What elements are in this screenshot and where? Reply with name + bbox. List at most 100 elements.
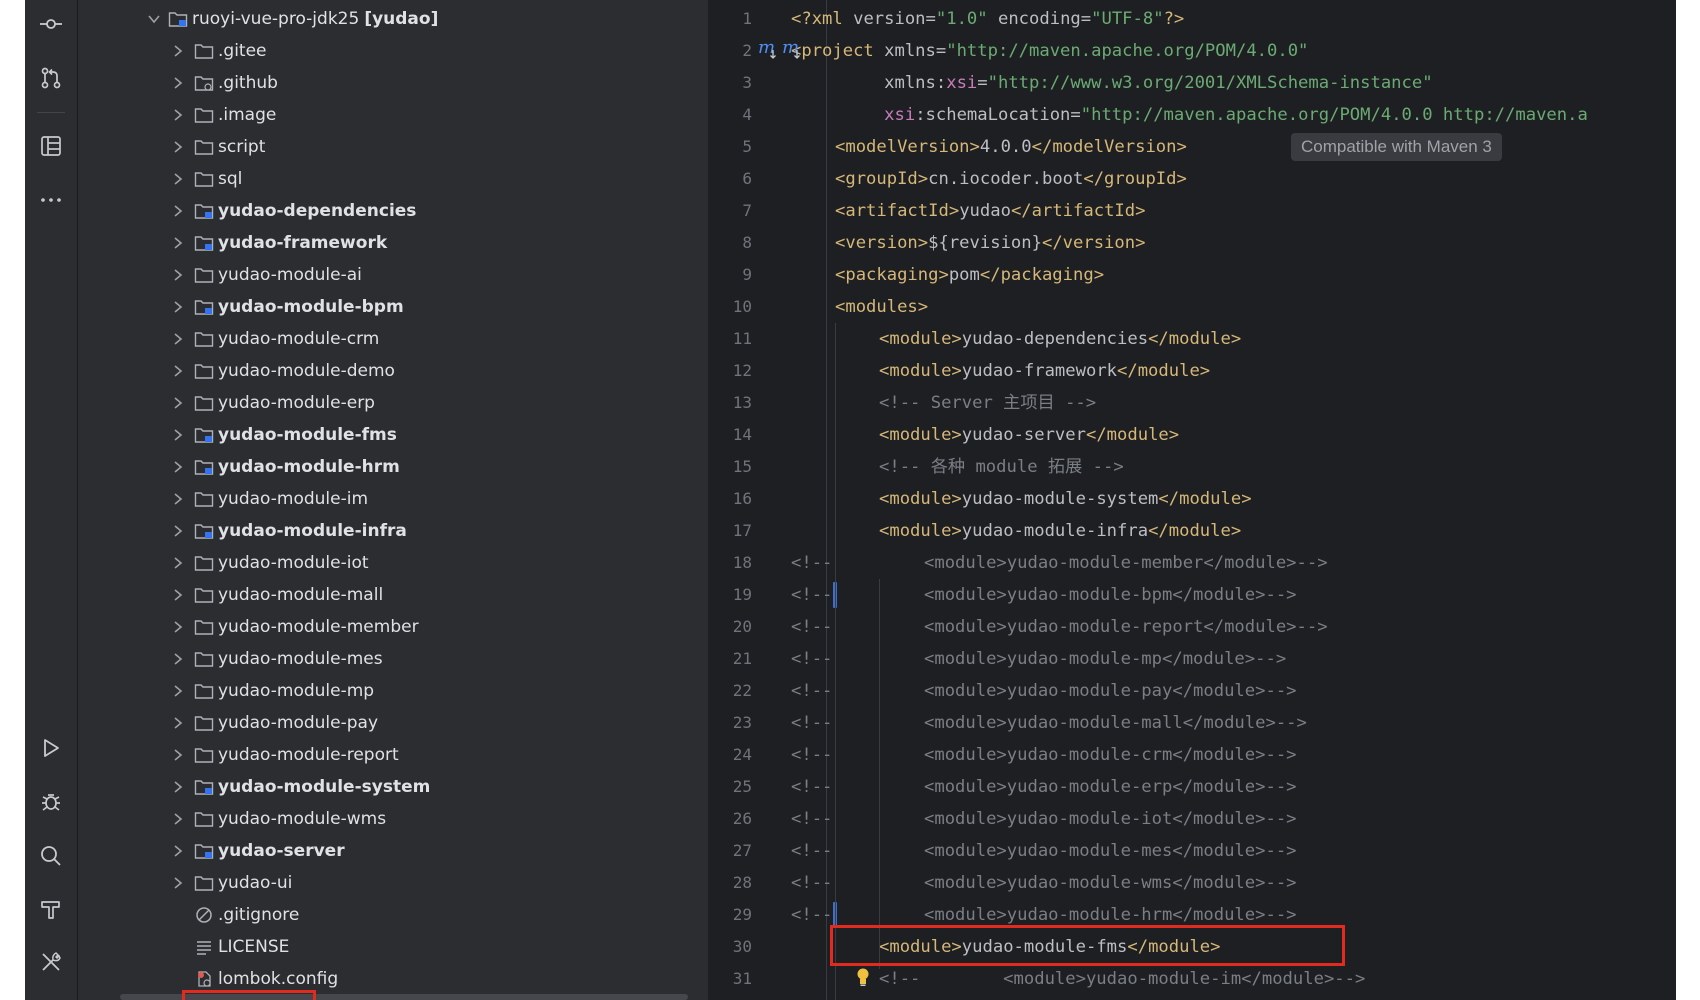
chevron-right-icon[interactable] [168,201,188,221]
code-line[interactable]: 24 <!-- <module>yudao-module-crm</module>-… [708,739,1676,771]
tree-item[interactable]: .gitee [78,35,706,67]
code-line[interactable]: 19 <!-- <module>yudao-module-bpm</module>-… [708,579,1676,611]
chevron-right-icon[interactable] [168,393,188,413]
code-line[interactable]: 27 <!-- <module>yudao-module-mes</module>-… [708,835,1676,867]
chevron-right-icon[interactable] [168,649,188,669]
code-line[interactable]: 7 <artifactId>yudao</artifactId> [708,195,1676,227]
code-line[interactable]: 25 <!-- <module>yudao-module-erp</module>-… [708,771,1676,803]
tree-item[interactable]: yudao-server [78,835,706,867]
tree-item[interactable]: yudao-module-ai [78,259,706,291]
pull-requests-icon[interactable] [36,63,66,93]
tree-item[interactable]: lombok.config [78,963,706,995]
chevron-right-icon[interactable] [168,41,188,61]
lightbulb-icon[interactable] [855,967,871,987]
code-line[interactable]: 21 <!-- <module>yudao-module-mp</module>--… [708,643,1676,675]
tree-item[interactable]: yudao-module-hrm [78,451,706,483]
chevron-right-icon[interactable] [168,265,188,285]
code-line[interactable]: 12 <module>yudao-framework</module> [708,355,1676,387]
tree-root[interactable]: ruoyi-vue-pro-jdk25 [yudao] [78,3,706,35]
code-line[interactable]: 14 <module>yudao-server</module> [708,419,1676,451]
code-line[interactable]: 5 <modelVersion>4.0.0</modelVersion> [708,131,1676,163]
tree-item[interactable]: yudao-module-mp [78,675,706,707]
tree-item[interactable]: yudao-module-demo [78,355,706,387]
tree-item[interactable]: yudao-module-infra [78,515,706,547]
chevron-right-icon[interactable] [168,553,188,573]
chevron-right-icon[interactable] [168,617,188,637]
tree-item[interactable]: yudao-module-bpm [78,291,706,323]
code-line[interactable]: 10 <modules> [708,291,1676,323]
tree-item[interactable]: LICENSE [78,931,706,963]
tree-item[interactable]: yudao-module-report [78,739,706,771]
code-line[interactable]: 28 <!-- <module>yudao-module-wms</module>-… [708,867,1676,899]
tree-item[interactable]: yudao-ui [78,867,706,899]
code-line[interactable]: 26 <!-- <module>yudao-module-iot</module>-… [708,803,1676,835]
chevron-right-icon[interactable] [168,105,188,125]
chevron-right-icon[interactable] [168,361,188,381]
code-line[interactable]: 3 xmlns:xsi="http://www.w3.org/2001/XMLS… [708,67,1676,99]
chevron-right-icon[interactable] [168,841,188,861]
code-line[interactable]: 1 <?xml version="1.0" encoding="UTF-8"?> [708,3,1676,35]
code-line[interactable]: 23 <!-- <module>yudao-module-mall</module>… [708,707,1676,739]
tree-item[interactable]: yudao-framework [78,227,706,259]
code-line[interactable]: 2 <project xmlns="http://maven.apache.org… [708,35,1676,67]
chevron-right-icon[interactable] [168,137,188,157]
code-line[interactable]: 6 <groupId>cn.iocoder.boot</groupId> [708,163,1676,195]
chevron-right-icon[interactable] [168,809,188,829]
tools-icon[interactable] [36,947,66,977]
code-line[interactable]: 4 xsi:schemaLocation="http://maven.apach… [708,99,1676,131]
tree-item[interactable]: script [78,131,706,163]
code-line[interactable]: 11 <module>yudao-dependencies</module> [708,323,1676,355]
tree-item[interactable]: yudao-module-fms [78,419,706,451]
chevron-right-icon[interactable] [168,713,188,733]
code-editor[interactable]: 1 <?xml version="1.0" encoding="UTF-8"?> 2… [708,0,1676,1000]
tree-item[interactable]: yudao-module-pay [78,707,706,739]
build-icon[interactable] [36,894,66,924]
tree-item[interactable]: yudao-module-im [78,483,706,515]
maven-inlay-hint[interactable]: Compatible with Maven 3 [1291,133,1502,161]
code-line[interactable]: 17 <module>yudao-module-infra</module> [708,515,1676,547]
code-line[interactable]: 13 <!-- Server 主项目 --> [708,387,1676,419]
chevron-right-icon[interactable] [168,425,188,445]
code-line[interactable]: 8 <version>${revision}</version> [708,227,1676,259]
code-line[interactable]: 31 <!-- <module>yudao-module-im</module>-… [708,963,1676,995]
code-line[interactable]: 22 <!-- <module>yudao-module-pay</module>-… [708,675,1676,707]
tree-item[interactable]: yudao-module-member [78,611,706,643]
code-line[interactable]: 16 <module>yudao-module-system</module> [708,483,1676,515]
chevron-right-icon[interactable] [168,745,188,765]
chevron-right-icon[interactable] [168,457,188,477]
chevron-right-icon[interactable] [168,329,188,349]
maven-gutter-icons[interactable]: mm [758,36,808,62]
tree-item[interactable]: yudao-dependencies [78,195,706,227]
chevron-right-icon[interactable] [168,233,188,253]
commit-icon[interactable] [36,9,66,39]
chevron-right-icon[interactable] [168,73,188,93]
chevron-right-icon[interactable] [168,489,188,509]
tree-item[interactable]: yudao-module-mall [78,579,706,611]
tree-item[interactable]: yudao-module-erp [78,387,706,419]
tree-item[interactable]: .image [78,99,706,131]
chevron-right-icon[interactable] [168,297,188,317]
chevron-down-icon[interactable] [144,9,164,29]
code-line[interactable]: 20 <!-- <module>yudao-module-report</modul… [708,611,1676,643]
tree-item[interactable]: yudao-module-crm [78,323,706,355]
tree-item[interactable]: .github [78,67,706,99]
code-line[interactable]: 9 <packaging>pom</packaging> [708,259,1676,291]
chevron-right-icon[interactable] [168,169,188,189]
chevron-right-icon[interactable] [168,521,188,541]
debug-icon[interactable] [36,787,66,817]
more-icon[interactable] [36,185,66,215]
tree-item[interactable]: yudao-module-iot [78,547,706,579]
chevron-right-icon[interactable] [168,585,188,605]
chevron-right-icon[interactable] [168,777,188,797]
code-line[interactable]: 18 <!-- <module>yudao-module-member</modul… [708,547,1676,579]
code-line[interactable]: 15 <!-- 各种 module 拓展 --> [708,451,1676,483]
run-icon[interactable] [36,733,66,763]
tree-item[interactable]: yudao-module-wms [78,803,706,835]
tree-item[interactable]: sql [78,163,706,195]
tree-item[interactable]: yudao-module-mes [78,643,706,675]
tree-item[interactable]: yudao-module-system [78,771,706,803]
chevron-right-icon[interactable] [168,681,188,701]
structure-icon[interactable] [36,131,66,161]
tree-item[interactable]: .gitignore [78,899,706,931]
chevron-right-icon[interactable] [168,873,188,893]
